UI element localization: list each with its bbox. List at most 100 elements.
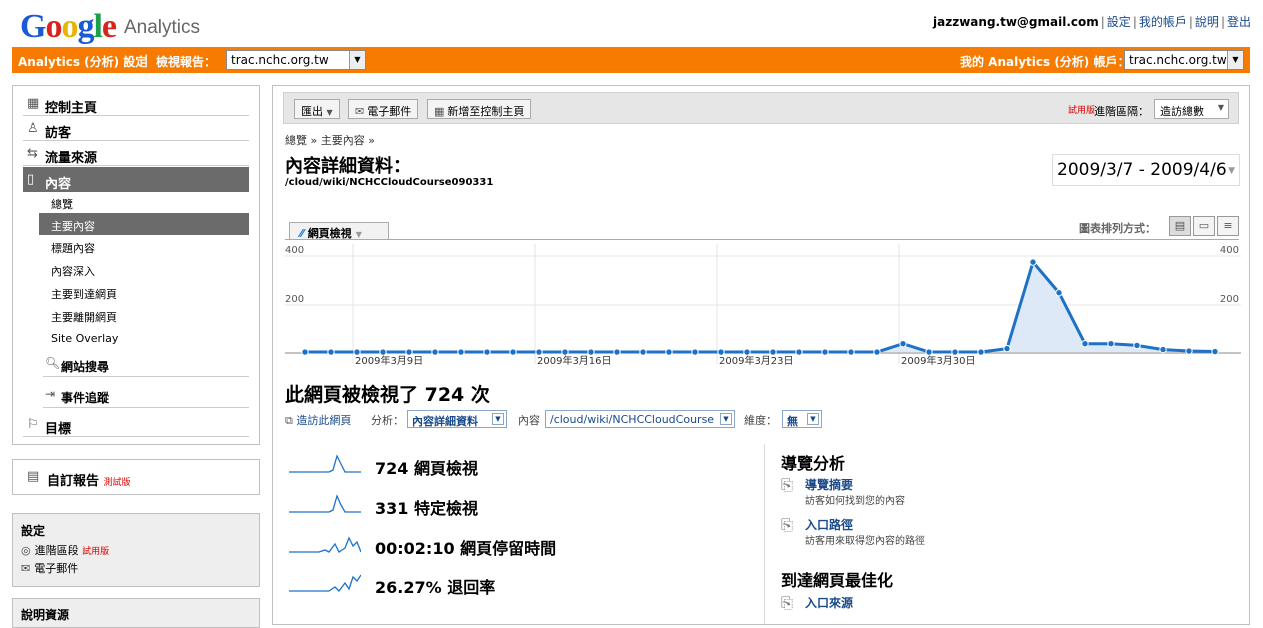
sidebar-subitem-content-drilldown[interactable]: 內容深入 xyxy=(39,258,249,280)
sidebar-item-goals[interactable]: ⚐ 目標 xyxy=(23,412,249,437)
data-point xyxy=(1133,341,1141,350)
advanced-segment-select[interactable]: 造訪總數 ▼ xyxy=(1154,99,1229,119)
data-point xyxy=(405,348,413,356)
sidebar-subitem-site-overlay[interactable]: Site Overlay xyxy=(39,327,249,349)
advanced-segments-link[interactable]: ◎ 進階區段 試用版 xyxy=(21,542,109,558)
divider xyxy=(285,239,1239,240)
chevron-down-icon: ▼ xyxy=(326,108,333,117)
page-icon: ▯ xyxy=(27,172,35,187)
content-label: 內容 xyxy=(518,414,540,427)
analytics-logo-text: Analytics xyxy=(124,17,201,38)
data-point xyxy=(457,348,465,356)
analytics-settings-link[interactable]: Analytics (分析) 設定 xyxy=(18,53,147,70)
data-point xyxy=(665,348,673,356)
sidebar-subitem-top-landing-pages[interactable]: 主要到達網頁 xyxy=(39,281,249,303)
custom-reports-label: 自訂報告 測試版 xyxy=(47,474,131,489)
sidebar-subitem-top-exit-pages[interactable]: 主要離開網頁 xyxy=(39,304,249,326)
report-icon: ▤ xyxy=(27,469,40,484)
link-title[interactable]: 入口來源 xyxy=(805,594,853,611)
beta-badge: 試用版 xyxy=(1068,106,1096,116)
sidebar-item-label: 目標 xyxy=(45,422,72,437)
data-point xyxy=(691,348,699,356)
y-tick-label-right: 400 xyxy=(1220,245,1239,256)
sidebar-item-label: 內容 xyxy=(45,177,72,192)
data-point xyxy=(509,348,517,356)
sidebar-item-label: 控制主頁 xyxy=(45,101,98,116)
pageviews-summary-title: 此網頁被檢視了 724 次 xyxy=(285,384,490,406)
data-point xyxy=(353,348,361,356)
sidebar-item-traffic-sources[interactable]: ⇆ 流量來源 xyxy=(23,141,249,166)
envelope-icon: ✉ xyxy=(21,562,31,575)
sign-out-link[interactable]: 登出 xyxy=(1227,15,1251,29)
graph-by-month-button[interactable]: ≡ xyxy=(1217,216,1239,236)
export-button[interactable]: 匯出 ▼ xyxy=(294,99,340,119)
graph-by-week-button[interactable]: ▭ xyxy=(1193,216,1215,236)
analysis-controls: ⧉ 造訪此網頁 分析： 內容詳細資料 ▼ 內容 /cloud/wiki/NCHCC… xyxy=(285,410,1225,430)
bounce-rate-sparkline xyxy=(289,574,361,592)
google-logo[interactable]: Google xyxy=(20,8,117,46)
sidebar-item-visitors[interactable]: ♙ 訪客 xyxy=(23,116,249,141)
data-point xyxy=(431,348,439,356)
account-select[interactable]: trac.nchc.org.tw ▼ xyxy=(1124,50,1244,70)
my-account-link[interactable]: 我的帳戶 xyxy=(1139,15,1187,29)
sidebar-subitem-overview[interactable]: 總覽 xyxy=(39,191,249,213)
sidebar-item-site-search[interactable]: 🔍︎ 網站搜尋 xyxy=(43,352,249,377)
chevron-down-icon: ▼ xyxy=(1227,51,1243,69)
sidebar-item-content[interactable]: ▯ 內容 xyxy=(23,167,249,192)
chevron-down-icon: ▼ xyxy=(1217,103,1224,112)
sidebar-subitem-top-content[interactable]: 主要內容 xyxy=(39,213,249,235)
dashboard-icon: ▦ xyxy=(434,105,445,118)
data-point xyxy=(899,340,907,348)
data-point xyxy=(1003,344,1011,353)
link-description: 訪客如何找到您的內容 xyxy=(805,496,905,507)
x-tick-label: 2009年3月30日 xyxy=(901,354,976,367)
date-range-picker[interactable]: 2009/3/7 - 2009/4/6 ▼ xyxy=(1052,154,1240,186)
data-point xyxy=(743,348,751,356)
content-select[interactable]: /cloud/wiki/NCHCCloudCourse ▼ xyxy=(545,410,735,428)
custom-reports-box[interactable]: ▤ 自訂報告 測試版 xyxy=(12,459,260,495)
traffic-icon: ⇆ xyxy=(27,146,38,161)
link-title[interactable]: 導覽摘要 xyxy=(805,476,853,493)
sidebar-item-dashboard[interactable]: ▦ 控制主頁 xyxy=(23,91,249,116)
sidebar-item-label: 訪客 xyxy=(45,126,72,141)
time-on-page-sparkline xyxy=(289,536,361,553)
month-view-icon: ≡ xyxy=(1223,219,1233,232)
analysis-select[interactable]: 內容詳細資料 ▼ xyxy=(407,410,507,428)
data-point xyxy=(587,348,595,356)
target-icon: ◎ xyxy=(21,544,31,557)
data-point xyxy=(561,348,569,356)
metric-value: 724 網頁檢視 xyxy=(375,459,478,478)
data-point xyxy=(951,348,959,356)
data-point xyxy=(1159,345,1167,354)
data-point xyxy=(769,348,777,356)
data-point xyxy=(847,348,855,356)
add-to-dashboard-button[interactable]: ▦ 新增至控制主頁 xyxy=(427,99,532,119)
link-title[interactable]: 入口路徑 xyxy=(805,516,853,533)
data-point xyxy=(873,348,881,356)
email-settings-link[interactable]: ✉ 電子郵件 xyxy=(21,560,78,576)
email-button[interactable]: ✉ 電子郵件 xyxy=(348,99,419,119)
help-link[interactable]: 說明 xyxy=(1195,15,1219,29)
account-bar: Analytics (分析) 設定 | 檢視報告： trac.nchc.org.… xyxy=(12,47,1250,73)
data-point xyxy=(1211,347,1219,356)
site-select[interactable]: trac.nchc.org.tw ▼ xyxy=(226,50,366,70)
data-point xyxy=(717,348,725,356)
breadcrumb[interactable]: 總覽 » 主要內容 » xyxy=(285,132,375,148)
sidebar-subitem-content-by-title[interactable]: 標題內容 xyxy=(39,235,249,257)
document-source-icon: ⎘ xyxy=(781,594,794,612)
graph-by-day-button[interactable]: ▤ xyxy=(1169,216,1191,236)
graph-metric-tab[interactable]: ⁄⁄ 網頁檢視 ▼ xyxy=(289,222,389,240)
sidebar-item-label: 事件追蹤 xyxy=(61,391,110,405)
dimension-select[interactable]: 無 ▼ xyxy=(782,410,822,428)
visit-page-link[interactable]: ⧉ 造訪此網頁 xyxy=(285,412,351,428)
pageviews-sparkline xyxy=(289,454,361,473)
chevron-down-icon: ▼ xyxy=(807,413,819,425)
data-point xyxy=(795,348,803,356)
sidebar-item-event-tracking[interactable]: ⇥ 事件追蹤 xyxy=(43,383,249,408)
metric-value: 331 特定檢視 xyxy=(375,499,478,518)
beta-badge: 測試版 xyxy=(103,478,131,488)
dimension-label: 維度： xyxy=(744,414,777,427)
settings-link[interactable]: 設定 xyxy=(1107,15,1131,29)
account-select-value: trac.nchc.org.tw xyxy=(1129,53,1227,67)
data-point xyxy=(483,348,491,356)
